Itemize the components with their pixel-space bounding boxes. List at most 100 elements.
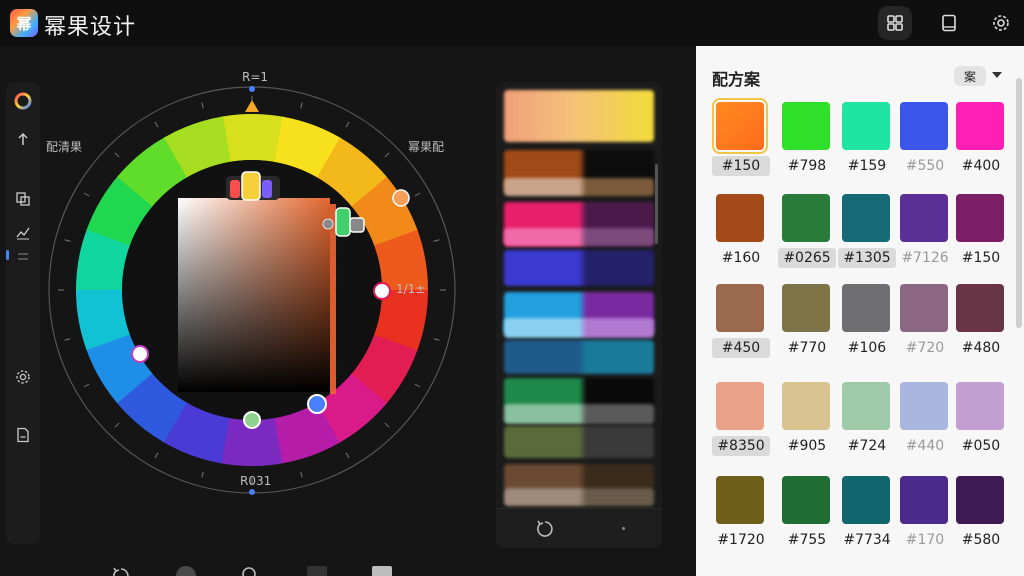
swatch-color-chip[interactable] [956, 284, 1004, 332]
swatch-color-chip[interactable] [716, 476, 764, 524]
top-bar: 幂 幂果设计 [0, 0, 1024, 46]
swatch-color-chip[interactable] [842, 102, 890, 150]
palette-swatch[interactable]: #755 [778, 476, 832, 554]
hue-pointer [245, 100, 259, 112]
refresh-icon[interactable] [534, 518, 556, 540]
dark-square-button[interactable] [303, 562, 331, 576]
palette-swatch[interactable]: #106 [838, 284, 892, 362]
rail-copy[interactable] [10, 186, 36, 212]
palette-swatch[interactable]: #150 [712, 98, 770, 180]
strip-swatch[interactable] [504, 318, 654, 338]
swatch-color-chip[interactable] [782, 284, 830, 332]
palette-swatch[interactable]: #050 [952, 382, 1006, 460]
strip-swatch[interactable] [504, 250, 654, 286]
strip-swatch[interactable] [504, 178, 654, 196]
gear-icon [16, 370, 30, 384]
swatch-color-chip[interactable] [782, 102, 830, 150]
strip-swatch[interactable] [504, 404, 654, 424]
palette-swatch[interactable]: #400 [952, 102, 1006, 180]
swatch-color-chip[interactable] [900, 102, 948, 150]
document-icon [17, 427, 29, 443]
swatch-color-chip[interactable] [842, 382, 890, 430]
zoom-button[interactable] [237, 562, 265, 576]
palette-swatch[interactable]: #905 [778, 382, 832, 460]
light-square-button[interactable] [368, 562, 396, 576]
swatch-code-label: #0265 [778, 248, 836, 268]
wheel-tick [384, 152, 390, 158]
swatch-strip[interactable] [496, 82, 662, 548]
swatch-color-chip[interactable] [782, 194, 830, 242]
palette-swatch[interactable]: #580 [952, 476, 1006, 554]
swatch-color-chip[interactable] [716, 284, 764, 332]
rail-document[interactable] [10, 422, 36, 448]
palette-swatch[interactable]: #8350 [712, 382, 770, 460]
swatch-color-chip[interactable] [716, 382, 764, 430]
swatch-color-chip[interactable] [956, 382, 1004, 430]
swatch-color-chip[interactable] [782, 476, 830, 524]
swatch-code-label: #8350 [712, 436, 770, 456]
palette-swatch[interactable]: #770 [778, 284, 832, 362]
settings-icon [993, 15, 1009, 31]
swatch-color-chip[interactable] [900, 476, 948, 524]
wheel-tick [154, 452, 159, 459]
palette-swatch[interactable]: #159 [838, 102, 892, 180]
app-title: 幂果设计 [44, 15, 137, 40]
swatch-color-chip[interactable] [712, 98, 768, 154]
swatch-code-label: #440 [905, 438, 945, 454]
rail-arrow-up[interactable] [10, 126, 36, 152]
wheel-tick [300, 102, 303, 109]
swatch-color-chip[interactable] [842, 284, 890, 332]
color-wheel[interactable] [44, 46, 486, 576]
palette-icon [887, 15, 903, 31]
swatch-code-label: #050 [961, 438, 1001, 454]
palette-button[interactable] [878, 6, 912, 40]
swatch-color-chip[interactable] [956, 102, 1004, 150]
settings-button[interactable] [984, 6, 1018, 40]
copy-icon [16, 192, 30, 206]
rail-chart[interactable] [10, 220, 36, 246]
circle-shape-button[interactable] [172, 562, 200, 576]
palette-swatch[interactable]: #170 [896, 476, 950, 554]
strip-scrollbar[interactable] [655, 164, 658, 244]
swatch-color-chip[interactable] [956, 194, 1004, 242]
strip-swatch[interactable] [504, 340, 654, 374]
swatch-color-chip[interactable] [716, 194, 764, 242]
palette-swatch[interactable]: #7126 [896, 194, 950, 272]
chevron-down-icon[interactable] [992, 72, 1002, 78]
palette-swatch[interactable]: #160 [712, 194, 766, 272]
palette-swatch[interactable]: #550 [896, 102, 950, 180]
rotate-button[interactable] [107, 562, 135, 576]
palette-swatch[interactable]: #724 [838, 382, 892, 460]
swatch-color-chip[interactable] [842, 476, 890, 524]
palette-swatch[interactable]: #720 [896, 284, 950, 362]
app-logo: 幂 [10, 9, 38, 37]
wheel-tick [83, 383, 90, 388]
palette-swatch[interactable]: #1720 [712, 476, 766, 554]
swatch-color-chip[interactable] [900, 284, 948, 332]
swatch-color-chip[interactable] [842, 194, 890, 242]
swatch-code-label: #550 [905, 158, 945, 174]
rail-color-wheel[interactable] [10, 88, 36, 114]
swatch-color-chip[interactable] [900, 194, 948, 242]
strip-swatch[interactable] [504, 90, 654, 142]
palette-swatch[interactable]: #1305 [838, 194, 896, 272]
palette-swatch[interactable]: #440 [896, 382, 950, 460]
palette-swatch[interactable]: #7734 [838, 476, 892, 554]
strip-swatch[interactable] [504, 426, 654, 458]
palette-swatch[interactable]: #480 [952, 284, 1006, 362]
swatch-color-chip[interactable] [782, 382, 830, 430]
swatch-color-chip[interactable] [900, 382, 948, 430]
palette-swatch[interactable]: #150 [952, 194, 1006, 272]
strip-swatch[interactable] [504, 228, 654, 246]
palette-swatch[interactable]: #450 [712, 284, 770, 362]
swatch-color-chip[interactable] [956, 476, 1004, 524]
panel-scrollbar[interactable] [1016, 78, 1022, 328]
rail-gear[interactable] [10, 364, 36, 390]
strip-swatch[interactable] [504, 464, 654, 490]
book-button[interactable] [932, 6, 966, 40]
more-dot-icon[interactable] [622, 527, 625, 530]
filter-dropdown[interactable]: 案 [954, 66, 986, 86]
strip-swatch[interactable] [504, 488, 654, 506]
palette-swatch[interactable]: #0265 [778, 194, 836, 272]
palette-swatch[interactable]: #798 [778, 102, 832, 180]
